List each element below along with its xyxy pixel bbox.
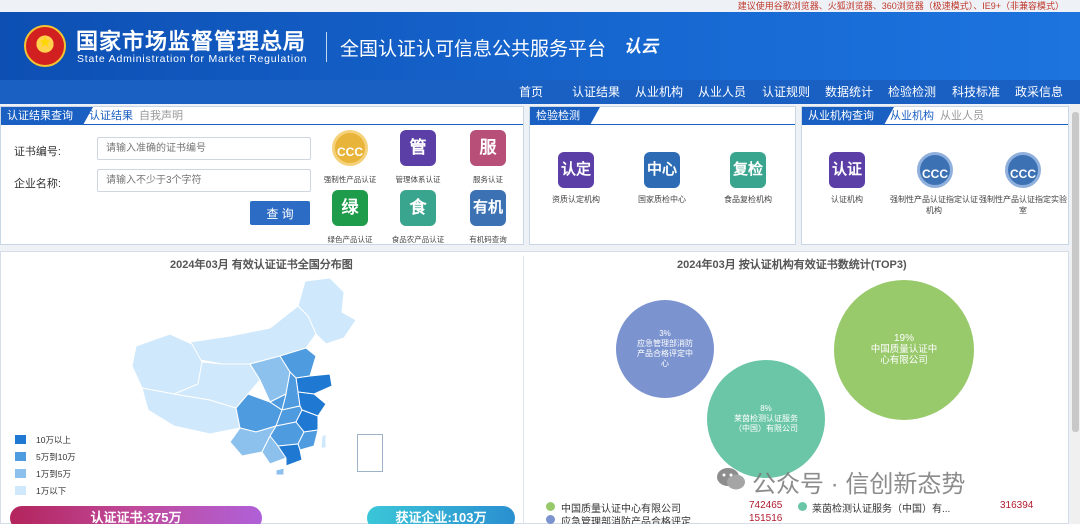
list-name-tuv: 莱茵检测认证服务（中国）有...: [812, 504, 951, 515]
legend-swatch-2: [15, 452, 26, 461]
cert-org-icon[interactable]: 认证: [829, 152, 865, 188]
platform-logo: 认云: [624, 37, 658, 56]
org-name-cn: 国家市场监督管理总局: [76, 29, 307, 54]
service-cert-icon[interactable]: 服: [470, 130, 506, 166]
management-cert-icon[interactable]: 管: [400, 130, 436, 166]
national-center-caption[interactable]: 国家质检中心: [624, 194, 700, 205]
management-cert-caption[interactable]: 管理体系认证: [388, 174, 448, 185]
page-scrollbar[interactable]: [1071, 104, 1080, 524]
ccc-designated-org-icon[interactable]: CCC: [917, 152, 953, 188]
browser-recommendation-note: 建议使用谷歌浏览器、火狐浏览器、360浏览器（极速模式）、IE9+（非兼容模式）: [737, 1, 1064, 11]
national-emblem-icon: [24, 25, 66, 67]
ccc-designated-lab-icon[interactable]: CCC: [1005, 152, 1041, 188]
cert-org-caption[interactable]: 认证机构: [810, 194, 884, 205]
nav-personnel[interactable]: 从业人员: [698, 80, 746, 104]
company-name-input[interactable]: [97, 169, 311, 192]
legend-swatch-1: [15, 435, 26, 444]
national-center-icon[interactable]: 中心: [644, 152, 680, 188]
watermark-text: 公众号 · 信创新态势: [752, 471, 966, 498]
food-retest-icon[interactable]: 复检: [730, 152, 766, 188]
top3-title: 2024年03月 按认证机构有效证书数统计(TOP3): [677, 259, 907, 271]
list-dot-cqc: [546, 502, 555, 511]
legend-label-1: 10万以上: [36, 435, 71, 445]
food-cert-icon[interactable]: 食: [400, 190, 436, 226]
cert-query-panel: 认证结果查询 认证结果 自我声明 证书编号: 企业名称: 查 询 CCC 强制性…: [0, 106, 524, 245]
map-region-shandong: [295, 373, 333, 395]
legend-label-4: 1万以下: [36, 486, 67, 496]
list-value-cqc: 742465: [749, 500, 783, 511]
site-header: 国家市场监督管理总局 State Administration for Mark…: [0, 12, 1080, 80]
legend-swatch-3: [15, 469, 26, 478]
inspection-panel: 检验检测 认定 资质认定机构 中心 国家质检中心 复检 食品复检机构: [529, 106, 796, 245]
qualification-org-icon[interactable]: 认定: [558, 152, 594, 188]
food-retest-caption[interactable]: 食品复检机构: [710, 194, 786, 205]
query-button[interactable]: 查 询: [250, 201, 310, 225]
stat-company-count: 获证企业:103万: [367, 506, 515, 524]
nav-standards[interactable]: 科技标准: [952, 80, 1000, 104]
qualification-org-caption[interactable]: 资质认定机构: [538, 194, 614, 205]
ccc-cert-caption[interactable]: 强制性产品认证: [319, 174, 381, 185]
tab-org-query[interactable]: 从业机构查询: [802, 107, 894, 125]
green-product-cert-icon[interactable]: 绿: [332, 190, 368, 226]
green-product-cert-caption[interactable]: 绿色产品认证: [319, 234, 381, 245]
nav-cert-rules[interactable]: 认证规则: [762, 80, 810, 104]
legend-swatch-4: [15, 486, 26, 495]
legend-label-3: 1万到5万: [36, 469, 71, 479]
cert-no-label: 证书编号:: [13, 146, 61, 158]
food-cert-caption[interactable]: 食品农产品认证: [386, 234, 450, 245]
bubble-fire-products[interactable]: 3% 应急管理部消防产品合格评定中心: [616, 300, 714, 398]
list-name-fire: 应急管理部消防产品合格评定...: [561, 517, 700, 524]
service-cert-caption[interactable]: 服务认证: [458, 174, 518, 185]
ccc-designated-lab-caption[interactable]: 强制性产品认证指定实验室: [978, 194, 1068, 216]
bubble-tuv-rheinland[interactable]: 8% 莱茵检测认证服务（中国）有限公司: [707, 360, 825, 478]
tab-cert-query[interactable]: 认证结果查询: [1, 107, 93, 125]
nav-statistics[interactable]: 数据统计: [825, 80, 873, 104]
map-title: 2024年03月 有效认证证书全国分布图: [170, 259, 353, 271]
bubble-cqc[interactable]: 19% 中国质量认证中心有限公司: [834, 280, 974, 420]
south-china-sea-inset: [357, 434, 383, 472]
list-dot-fire: [546, 515, 555, 524]
china-distribution-map[interactable]: [130, 276, 390, 476]
list-value-fire: 151516: [749, 513, 783, 524]
tab-cert-results[interactable]: 认证结果: [89, 107, 133, 125]
org-name-en: State Administration for Market Regulati…: [77, 53, 308, 65]
tab-self-declaration[interactable]: 自我声明: [139, 107, 183, 125]
nav-orgs[interactable]: 从业机构: [635, 80, 683, 104]
ccc-designated-org-caption[interactable]: 强制性产品认证指定认证机构: [890, 194, 978, 216]
map-region-taiwan: [320, 433, 327, 449]
header-divider: [326, 32, 327, 62]
org-query-panel: 从业机构查询 从业机构 从业人员 认证 认证机构 CCC 强制性产品认证指定认证…: [801, 106, 1069, 245]
cert-no-input[interactable]: [97, 137, 311, 160]
tab-inspection[interactable]: 检验检测: [530, 107, 600, 125]
organic-code-caption[interactable]: 有机码查询: [458, 234, 518, 245]
wechat-icon: [716, 466, 746, 492]
ccc-cert-icon[interactable]: CCC: [332, 130, 368, 166]
scrollbar-thumb[interactable]: [1072, 112, 1079, 432]
main-nav: 首页 认证结果 从业机构 从业人员 认证规则 数据统计 检验检测 科技标准 政采…: [0, 80, 1080, 104]
list-value-tuv: 316394: [1000, 500, 1034, 511]
list-dot-tuv: [798, 502, 807, 511]
stat-cert-count: 认证证书:375万: [10, 506, 262, 524]
nav-cert-results[interactable]: 认证结果: [572, 80, 620, 104]
company-name-label: 企业名称:: [13, 178, 61, 190]
stats-divider: [523, 256, 524, 524]
nav-procurement[interactable]: 政采信息: [1015, 80, 1063, 104]
organic-code-icon[interactable]: 有机: [470, 190, 506, 226]
legend-label-2: 5万到10万: [36, 452, 76, 462]
platform-title: 全国认证认可信息公共服务平台: [340, 39, 607, 60]
tab-personnel[interactable]: 从业人员: [940, 107, 984, 125]
map-region-hainan: [275, 467, 285, 476]
nav-inspection[interactable]: 检验检测: [888, 80, 936, 104]
tab-orgs[interactable]: 从业机构: [890, 107, 934, 125]
nav-home[interactable]: 首页: [519, 80, 543, 104]
